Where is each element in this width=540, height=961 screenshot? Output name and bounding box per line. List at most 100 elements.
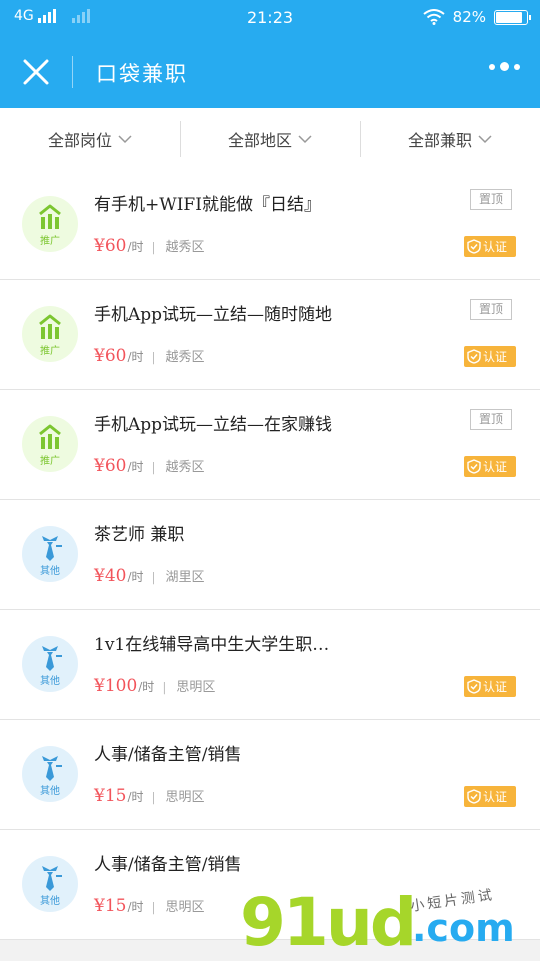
job-price: ¥60 (94, 346, 127, 366)
job-title: 手机App试玩—立结—在家赚钱 (94, 415, 333, 435)
job-category-avatar: 其他 (22, 746, 78, 802)
verified-label: 认证 (483, 460, 508, 474)
verified-label: 认证 (483, 350, 508, 364)
tie-icon (42, 536, 62, 561)
job-list-item[interactable]: 推广 有手机+WIFI就能做『日结』 ¥60/时 | 越秀区 置顶认证 (0, 170, 540, 280)
meta-divider: | (151, 790, 156, 804)
verified-label: 认证 (483, 240, 508, 254)
job-price: ¥15 (94, 896, 127, 916)
meta-divider: | (151, 350, 156, 364)
verified-label: 认证 (483, 680, 508, 694)
pinned-tag: 置顶 (470, 409, 512, 430)
job-price-unit: /时 (138, 680, 155, 694)
filter-type[interactable]: 全部兼职 (360, 108, 540, 170)
job-title: 有手机+WIFI就能做『日结』 (94, 195, 321, 215)
job-area: 越秀区 (165, 460, 205, 475)
promo-icon (39, 204, 61, 229)
job-area: 湖里区 (165, 570, 205, 585)
verified-shield-icon (467, 349, 481, 364)
job-category-avatar: 其他 (22, 526, 78, 582)
job-area: 越秀区 (165, 350, 205, 365)
job-list-item[interactable]: 其他 茶艺师 兼职 ¥40/时 | 湖里区 (0, 500, 540, 610)
chevron-down-icon (298, 135, 312, 144)
job-title: 1v1在线辅导高中生大学生职… (94, 635, 330, 655)
filter-area[interactable]: 全部地区 (180, 108, 360, 170)
filter-bar: 全部岗位 全部地区 全部兼职 (0, 108, 540, 171)
chevron-down-icon (478, 135, 492, 144)
job-category-label: 其他 (40, 566, 60, 577)
job-price-unit: /时 (127, 570, 144, 584)
chevron-down-icon (118, 135, 132, 144)
verified-badge: 认证 (464, 236, 516, 257)
job-title: 人事/储备主管/销售 (94, 745, 242, 765)
page-title: 口袋兼职 (96, 62, 188, 86)
job-category-label: 其他 (40, 786, 60, 797)
tie-icon (42, 756, 62, 781)
job-area: 思明区 (165, 900, 205, 915)
verified-badge: 认证 (464, 346, 516, 367)
filter-area-label: 全部地区 (227, 131, 292, 150)
verified-shield-icon (467, 789, 481, 804)
job-category-label: 其他 (40, 676, 60, 687)
meta-divider: | (151, 460, 156, 474)
close-icon[interactable] (18, 54, 54, 90)
job-price-unit: /时 (127, 790, 144, 804)
tie-icon (42, 866, 62, 891)
more-options-icon[interactable] (489, 62, 520, 71)
job-title: 茶艺师 兼职 (94, 525, 185, 545)
wifi-icon (423, 9, 445, 25)
job-meta: ¥15/时 | 思明区 (94, 896, 205, 916)
job-price: ¥100 (94, 676, 138, 696)
verified-shield-icon (467, 239, 481, 254)
job-price: ¥40 (94, 566, 127, 586)
filter-type-label: 全部兼职 (407, 131, 472, 150)
meta-divider: | (162, 680, 167, 694)
job-area: 思明区 (176, 680, 216, 695)
watermark-logo: 91ud (240, 884, 417, 961)
verified-shield-icon (467, 459, 481, 474)
nav-bar: 口袋兼职 (0, 36, 540, 108)
job-meta: ¥40/时 | 湖里区 (94, 566, 205, 586)
job-list-item[interactable]: 其他 1v1在线辅导高中生大学生职… ¥100/时 | 思明区 认证 (0, 610, 540, 720)
job-meta: ¥60/时 | 越秀区 (94, 346, 205, 366)
job-category-avatar: 其他 (22, 856, 78, 912)
job-list-item[interactable]: 其他 人事/储备主管/销售 ¥15/时 | 思明区 认证 (0, 720, 540, 830)
battery-icon (494, 9, 531, 25)
promo-icon (39, 314, 61, 339)
job-price: ¥15 (94, 786, 127, 806)
job-category-avatar: 推广 (22, 306, 78, 362)
job-category-label: 推广 (40, 346, 60, 357)
job-category-label: 其他 (40, 896, 60, 907)
job-meta: ¥60/时 | 越秀区 (94, 236, 205, 256)
tie-icon (42, 646, 62, 671)
verified-badge: 认证 (464, 676, 516, 697)
nav-divider (72, 56, 73, 88)
job-category-avatar: 推广 (22, 416, 78, 472)
watermark: 91ud .com 小短片测试 (240, 880, 540, 961)
filter-position[interactable]: 全部岗位 (0, 108, 180, 170)
job-area: 越秀区 (165, 240, 205, 255)
status-bar: 4G 21:23 82% (0, 0, 540, 36)
job-title: 手机App试玩—立结—随时随地 (94, 305, 333, 325)
job-list-item[interactable]: 推广 手机App试玩—立结—在家赚钱 ¥60/时 | 越秀区 置顶认证 (0, 390, 540, 500)
pinned-tag: 置顶 (470, 189, 512, 210)
job-list-item[interactable]: 推广 手机App试玩—立结—随时随地 ¥60/时 | 越秀区 置顶 认证 (0, 280, 540, 390)
job-category-avatar: 推广 (22, 196, 78, 252)
job-price-unit: /时 (127, 900, 144, 914)
job-price: ¥60 (94, 236, 127, 256)
job-meta: ¥60/时 | 越秀区 (94, 456, 205, 476)
job-title: 人事/储备主管/销售 (94, 855, 242, 875)
battery-percent: 82% (452, 8, 486, 26)
job-category-label: 推广 (40, 456, 60, 467)
job-area: 思明区 (165, 790, 205, 805)
job-list: 推广 有手机+WIFI就能做『日结』 ¥60/时 | 越秀区 置顶 认证 推广 手机App试玩—… (0, 170, 540, 940)
job-price-unit: /时 (127, 240, 144, 254)
meta-divider: | (151, 900, 156, 914)
job-price: ¥60 (94, 456, 127, 476)
verified-badge: 认证 (464, 786, 516, 807)
verified-shield-icon (467, 679, 481, 694)
job-price-unit: /时 (127, 460, 144, 474)
promo-icon (39, 424, 61, 449)
job-meta: ¥15/时 | 思明区 (94, 786, 205, 806)
verified-badge: 认证 (464, 456, 516, 477)
